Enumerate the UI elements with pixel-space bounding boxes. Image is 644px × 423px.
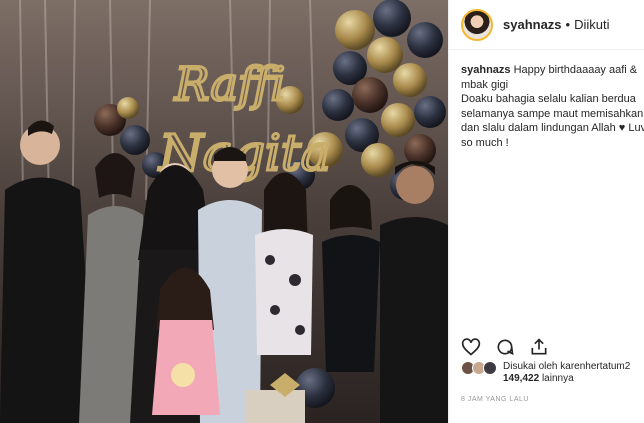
header-username[interactable]: syahnazs <box>503 17 562 32</box>
likes-count[interactable]: 149,422 <box>503 373 539 384</box>
action-bar <box>461 337 549 359</box>
post-timestamp: 8 JAM YANG LALU <box>461 396 529 403</box>
likes-summary: Disukai oleh karenhertatum2 149,422 lain… <box>461 361 630 385</box>
follow-status-button[interactable]: Diikuti <box>574 17 609 32</box>
balloon-letters-top: Raffi <box>174 57 285 111</box>
post-caption: syahnazs Happy birthdaaaay aafi & mbak g… <box>461 63 644 153</box>
caption-text: Happy birthdaaaay aafi & mbak gigi Doaku… <box>461 64 644 149</box>
post-header: syahnazs • Diikuti <box>449 0 644 50</box>
share-icon[interactable] <box>529 337 549 357</box>
likes-prefix: Disukai oleh <box>503 361 558 372</box>
likes-user[interactable]: karenhertatum2 <box>560 361 630 372</box>
likes-suffix: lainnya <box>541 373 574 384</box>
liker-avatar <box>483 361 497 375</box>
header-separator: • <box>565 17 571 32</box>
comment-icon[interactable] <box>495 337 515 357</box>
heart-icon[interactable] <box>461 337 481 357</box>
post-side-panel: syahnazs • Diikuti syahnazs Happy birthd… <box>448 0 644 423</box>
post-photo[interactable]: Raffi Nagita <box>0 0 448 423</box>
likes-text: Disukai oleh karenhertatum2 149,422 lain… <box>503 361 630 385</box>
party-photo-illustration: Raffi Nagita <box>0 0 448 423</box>
avatar[interactable] <box>461 8 493 41</box>
caption-username[interactable]: syahnazs <box>461 64 511 76</box>
liker-avatars[interactable] <box>461 361 501 377</box>
